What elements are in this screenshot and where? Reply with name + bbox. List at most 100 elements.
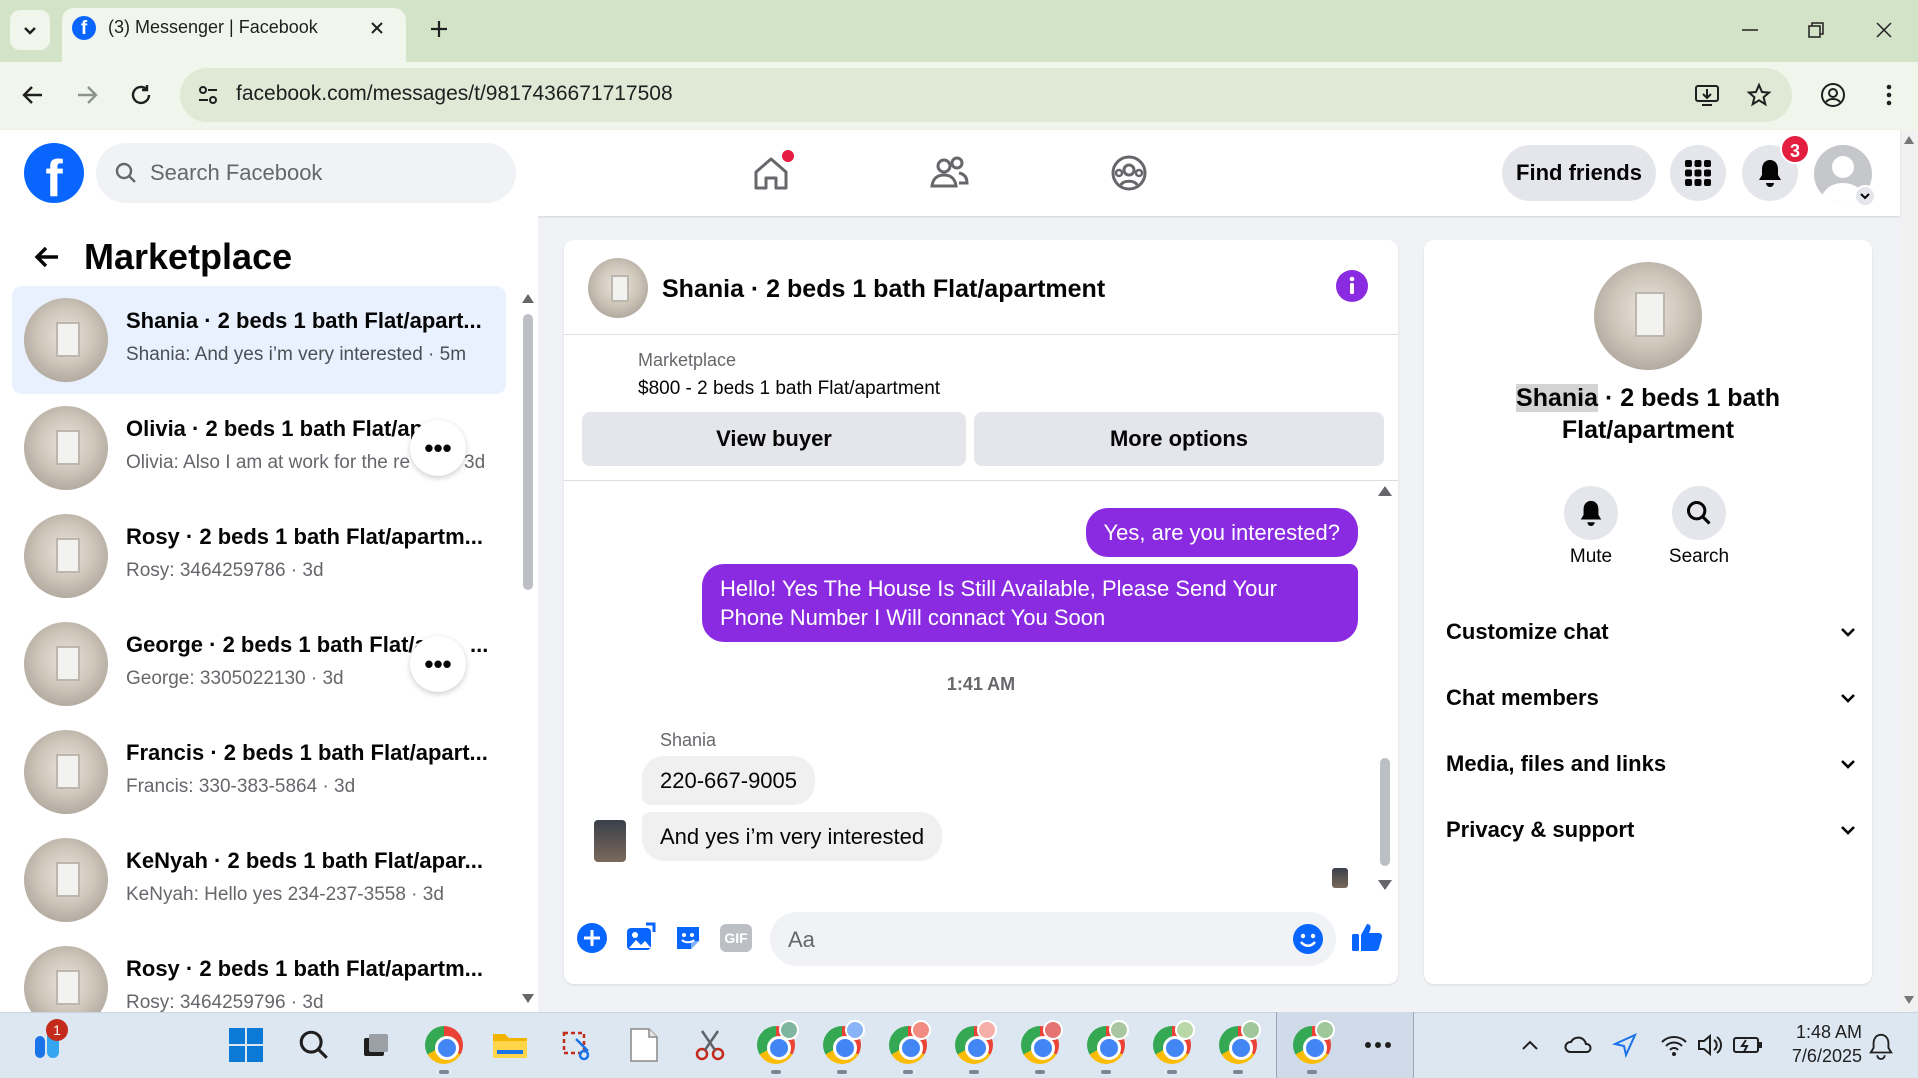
chat-scrollbar-thumb[interactable] (1380, 758, 1390, 866)
notepad-taskbar-icon[interactable] (622, 1023, 666, 1067)
wifi-icon[interactable] (1660, 1032, 1688, 1058)
install-app-icon[interactable] (1694, 82, 1720, 108)
bookmark-star-icon[interactable] (1746, 82, 1772, 108)
conversation-item[interactable]: George · 2 beds 1 bath Flat/a ... George… (12, 610, 506, 718)
clock[interactable]: 1:48 AM 7/6/2025 (1770, 1020, 1862, 1068)
back-arrow-icon[interactable] (20, 82, 46, 108)
browser-tab-active[interactable]: f (3) Messenger | Facebook (62, 8, 406, 62)
tab-list-button[interactable] (10, 10, 50, 50)
media-files-links-section[interactable]: Media, files and links (1446, 744, 1858, 784)
task-view-button[interactable] (354, 1023, 398, 1067)
conversation-item[interactable]: KeNyah · 2 beds 1 bath Flat/apar... KeNy… (12, 826, 506, 934)
copilot-taskbar-icon[interactable]: 1 (26, 1019, 70, 1067)
file-explorer-taskbar-icon[interactable] (488, 1023, 532, 1067)
chrome-profile-taskbar-icon[interactable] (1290, 1020, 1335, 1067)
scroll-up-icon[interactable] (522, 294, 534, 303)
scissors-taskbar-icon[interactable] (688, 1023, 732, 1067)
privacy-support-section[interactable]: Privacy & support (1446, 810, 1858, 850)
start-button[interactable] (224, 1023, 268, 1067)
view-buyer-button[interactable]: View buyer (582, 412, 966, 466)
conversation-item[interactable]: Rosy · 2 beds 1 bath Flat/apartm... Rosy… (12, 934, 506, 1012)
section-label: Media, files and links (1446, 751, 1667, 776)
emoji-icon (1293, 924, 1323, 954)
outgoing-message[interactable]: Yes, are you interested? (1085, 508, 1358, 557)
add-actions-button[interactable] (576, 922, 608, 954)
chrome-profile-taskbar-icon[interactable] (820, 1020, 865, 1067)
reload-icon[interactable] (128, 82, 154, 108)
send-like-button[interactable] (1350, 920, 1384, 954)
attach-photo-button[interactable] (624, 922, 656, 954)
profile-photo[interactable] (1594, 262, 1702, 370)
scroll-down-icon[interactable] (1378, 880, 1392, 890)
menu-button[interactable] (1670, 145, 1726, 201)
chrome-profile-taskbar-icon[interactable] (886, 1020, 931, 1067)
chrome-profile-taskbar-icon[interactable] (1216, 1020, 1261, 1067)
conversation-title: George · 2 beds 1 bath Flat/a (126, 632, 426, 657)
listing-text[interactable]: $800 - 2 beds 1 bath Flat/apartment (638, 378, 940, 400)
find-friends-button[interactable]: Find friends (1502, 145, 1656, 201)
gif-button[interactable]: GIF (720, 924, 752, 952)
message-input[interactable]: Aa (770, 912, 1336, 966)
minimize-icon[interactable] (1740, 20, 1760, 40)
nav-groups[interactable] (1102, 146, 1156, 200)
close-tab-icon[interactable] (368, 19, 386, 37)
notification-center-icon[interactable] (1868, 1032, 1894, 1060)
search-placeholder: Search Facebook (150, 160, 323, 185)
mute-button[interactable] (1564, 486, 1618, 540)
volume-icon[interactable] (1696, 1032, 1724, 1058)
nav-friends[interactable] (922, 146, 976, 200)
outgoing-message[interactable]: Hello! Yes The House Is Still Available,… (702, 564, 1358, 642)
scroll-down-icon[interactable] (522, 994, 534, 1003)
scroll-up-icon[interactable] (1904, 136, 1914, 144)
chrome-profile-taskbar-icon[interactable] (1150, 1020, 1195, 1067)
profile-name[interactable]: Shania · 2 beds 1 bath Flat/apartment (1424, 382, 1872, 446)
conversation-item[interactable]: Olivia · 2 beds 1 bath Flat/ap Olivia: A… (12, 394, 506, 502)
conversation-item[interactable]: Francis · 2 beds 1 bath Flat/apart... Fr… (12, 718, 506, 826)
location-icon[interactable] (1612, 1032, 1638, 1058)
chrome-profile-taskbar-icon[interactable] (754, 1020, 799, 1067)
search-in-conversation-button[interactable] (1672, 486, 1726, 540)
search-facebook-field[interactable]: Search Facebook (96, 143, 516, 203)
new-tab-icon[interactable] (428, 18, 450, 40)
chrome-profile-taskbar-icon[interactable] (1084, 1020, 1129, 1067)
account-menu-chevron[interactable] (1854, 185, 1876, 207)
scroll-up-icon[interactable] (1378, 486, 1392, 496)
back-arrow-icon[interactable] (32, 242, 62, 272)
chrome-taskbar-icon[interactable] (422, 1023, 466, 1067)
search-taskbar-button[interactable] (292, 1023, 336, 1067)
more-options-button[interactable]: ••• (410, 420, 466, 476)
incoming-message[interactable]: 220-667-9005 (642, 756, 816, 805)
site-info-icon[interactable] (196, 83, 220, 107)
forward-arrow-icon[interactable] (74, 82, 100, 108)
show-hidden-icons-icon[interactable] (1518, 1034, 1542, 1058)
conversation-info-button[interactable] (1336, 270, 1368, 302)
scroll-down-icon[interactable] (1904, 996, 1914, 1004)
more-options-button[interactable]: More options (974, 412, 1384, 466)
browser-menu-icon[interactable] (1876, 82, 1902, 108)
page-scrollbar[interactable] (1900, 130, 1918, 1012)
sender-avatar[interactable] (594, 820, 626, 862)
snipping-tool-taskbar-icon[interactable] (556, 1023, 600, 1067)
conversation-item[interactable]: Rosy · 2 beds 1 bath Flat/apartm... Rosy… (12, 502, 506, 610)
battery-icon[interactable] (1732, 1034, 1764, 1056)
onedrive-icon[interactable] (1564, 1032, 1594, 1058)
overflow-apps-button[interactable] (1356, 1023, 1400, 1067)
incoming-message[interactable]: And yes i’m very interested (642, 812, 943, 861)
chat-header-title[interactable]: Shania · 2 beds 1 bath Flat/apartment (662, 275, 1105, 304)
conversation-item[interactable]: Shania · 2 beds 1 bath Flat/apart... Sha… (12, 286, 506, 394)
address-bar[interactable]: facebook.com/messages/t/9817436671717508 (180, 68, 1792, 122)
conversation-list-scrollbar-thumb[interactable] (523, 314, 533, 590)
chrome-profile-taskbar-icon[interactable] (952, 1020, 997, 1067)
emoji-button[interactable] (1292, 923, 1324, 955)
profile-icon[interactable] (1820, 82, 1846, 108)
close-window-icon[interactable] (1874, 20, 1894, 40)
chat-members-section[interactable]: Chat members (1446, 678, 1858, 718)
facebook-logo-icon[interactable]: f (24, 143, 84, 203)
restore-icon[interactable] (1806, 20, 1826, 40)
sticker-button[interactable] (672, 922, 704, 954)
more-options-button[interactable]: ••• (410, 636, 466, 692)
chrome-profile-taskbar-icon[interactable] (1018, 1020, 1063, 1067)
nav-home[interactable] (744, 146, 798, 200)
chat-header-avatar[interactable] (588, 258, 648, 318)
customize-chat-section[interactable]: Customize chat (1446, 612, 1858, 652)
